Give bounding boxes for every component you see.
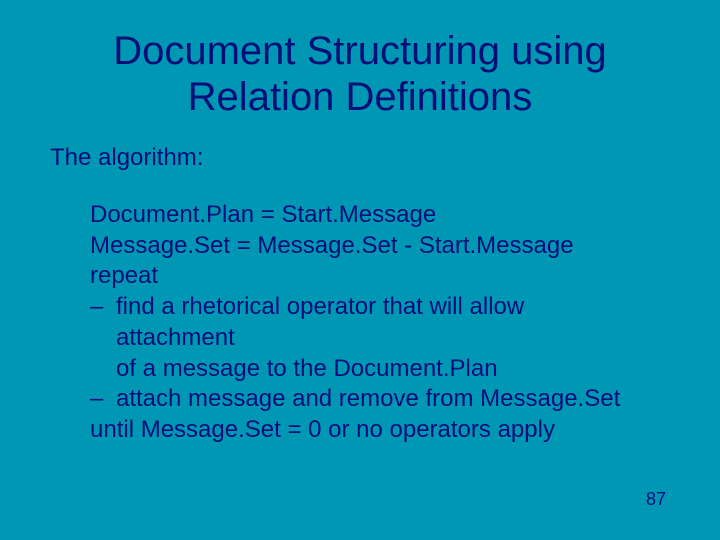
algo-line-5: – attach message and remove from Message… xyxy=(90,384,640,415)
algo-line-3: repeat xyxy=(90,261,640,292)
slide-number: 87 xyxy=(646,489,666,510)
subheading: The algorithm: xyxy=(50,144,660,172)
algo-line-4b: of a message to the Document.Plan xyxy=(90,354,640,385)
algo-line-5-text: attach message and remove from Message.S… xyxy=(116,384,640,415)
algorithm-body: Document.Plan = Start.Message Message.Se… xyxy=(90,200,640,446)
algo-line-4a: find a rhetorical operator that will all… xyxy=(116,292,640,353)
title-line-2: Relation Definitions xyxy=(188,75,533,119)
title-line-1: Document Structuring using xyxy=(113,29,607,73)
algo-line-1: Document.Plan = Start.Message xyxy=(90,200,640,231)
slide-title: Document Structuring using Relation Defi… xyxy=(60,28,660,120)
slide: Document Structuring using Relation Defi… xyxy=(0,0,720,540)
dash-bullet: – xyxy=(90,384,116,415)
algo-line-6: until Message.Set = 0 or no operators ap… xyxy=(90,415,640,446)
algo-line-4: – find a rhetorical operator that will a… xyxy=(90,292,640,353)
algo-line-2: Message.Set = Message.Set - Start.Messag… xyxy=(90,231,640,262)
dash-bullet: – xyxy=(90,292,116,353)
